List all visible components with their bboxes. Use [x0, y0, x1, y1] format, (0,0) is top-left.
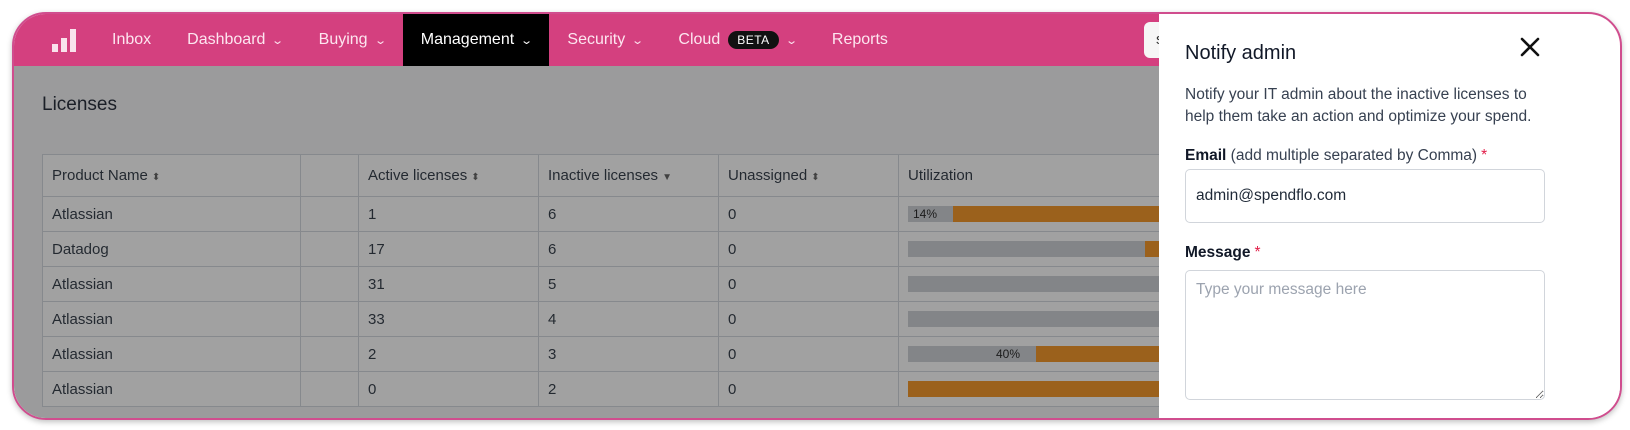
nav-item-buying[interactable]: Buying ⌄	[301, 14, 403, 66]
bar-chart-logo-icon[interactable]	[34, 14, 94, 66]
message-label: Message	[1185, 244, 1251, 261]
nav-item-management[interactable]: Management ⌄	[402, 14, 550, 66]
nav-item-inbox[interactable]: Inbox	[94, 14, 169, 66]
email-hint: (add multiple separated by Comma)	[1230, 147, 1478, 164]
chevron-down-icon: ⌄	[520, 34, 534, 47]
beta-badge: BETA	[728, 31, 779, 49]
nav-item-cloud[interactable]: Cloud BETA ⌄	[660, 14, 813, 66]
notify-admin-panel: Notify admin Notify your IT admin about …	[1159, 14, 1620, 418]
close-icon[interactable]	[1517, 34, 1543, 60]
message-field[interactable]	[1185, 270, 1545, 400]
required-marker: *	[1481, 147, 1488, 164]
app-window: Inbox Dashboard ⌄ Buying ⌄ Management ⌄ …	[12, 12, 1622, 420]
chevron-down-icon: ⌄	[373, 34, 387, 47]
panel-description: Notify your IT admin about the inactive …	[1185, 86, 1532, 125]
nav-item-security[interactable]: Security ⌄	[549, 14, 660, 66]
nav-label: Dashboard	[187, 31, 266, 48]
message-label-row: Message *	[1185, 244, 1261, 262]
email-label-row: Email (add multiple separated by Comma) *	[1185, 147, 1487, 165]
chevron-down-icon: ⌄	[271, 34, 285, 47]
email-field[interactable]	[1185, 169, 1545, 223]
panel-title: Notify admin	[1185, 42, 1297, 64]
nav-label: Inbox	[112, 31, 152, 48]
chevron-down-icon: ⌄	[784, 34, 798, 47]
nav-label: Management	[420, 31, 515, 48]
modal-backdrop[interactable]	[14, 66, 1159, 418]
nav-item-dashboard[interactable]: Dashboard ⌄	[169, 14, 301, 66]
nav-label: Buying	[318, 31, 368, 48]
nav-label: Reports	[831, 31, 888, 48]
chevron-down-icon: ⌄	[631, 34, 645, 47]
nav-label: Cloud	[678, 31, 721, 48]
required-marker: *	[1254, 244, 1261, 261]
email-label: Email	[1185, 147, 1227, 164]
nav-item-reports[interactable]: Reports	[814, 14, 906, 66]
nav-label: Security	[567, 31, 626, 48]
